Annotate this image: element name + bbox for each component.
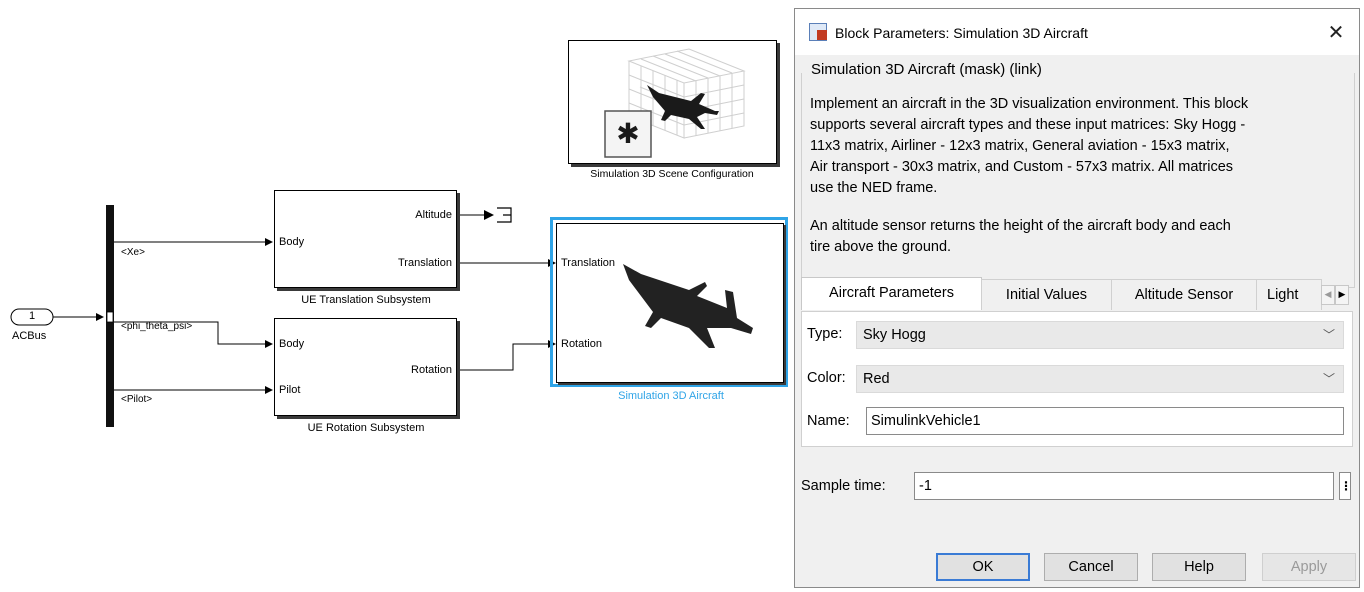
- type-dropdown[interactable]: Sky Hogg ﹀: [856, 321, 1344, 349]
- bus-port-icon: [106, 311, 114, 323]
- block-parameters-dialog: Block Parameters: Simulation 3D Aircraft…: [794, 8, 1360, 588]
- sample-time-field[interactable]: -1: [914, 472, 1334, 500]
- tab-scroll-right-icon[interactable]: ▶: [1335, 285, 1349, 305]
- tab-light[interactable]: Light: [1256, 279, 1322, 310]
- description-line: An altitude sensor returns the height of…: [810, 218, 1231, 234]
- tab-panel-aircraft-parameters: Type: Sky Hogg ﹀ Color: Red ﹀ Name: Simu…: [801, 311, 1353, 447]
- chevron-down-icon: ﹀: [1322, 328, 1335, 342]
- cancel-button[interactable]: Cancel: [1044, 553, 1138, 581]
- tab-scroll-left-icon[interactable]: ◀: [1321, 285, 1335, 305]
- sample-time-label: Sample time:: [801, 478, 886, 494]
- close-icon[interactable]: ✕: [1323, 19, 1349, 45]
- bus-signal-label: <Pilot>: [121, 394, 153, 405]
- signal-line[interactable]: [457, 340, 556, 371]
- description-line: Air transport - 30x3 matrix, and Custom …: [810, 159, 1234, 175]
- aircraft-block[interactable]: Translation Rotation: [556, 223, 784, 383]
- block-name[interactable]: Simulation 3D Aircraft: [556, 390, 786, 402]
- description-line: tire above the ground.: [810, 239, 952, 255]
- tab-altitude-sensor[interactable]: Altitude Sensor: [1111, 279, 1257, 310]
- port-label: Body: [279, 338, 305, 350]
- gear-icon: ✱: [616, 117, 640, 150]
- translation-subsystem-block[interactable]: Body Altitude Translation: [274, 190, 457, 288]
- tab-aircraft-parameters[interactable]: Aircraft Parameters: [801, 277, 982, 310]
- terminator-block[interactable]: [497, 207, 512, 223]
- dialog-title: Block Parameters: Simulation 3D Aircraft: [835, 25, 1088, 41]
- tab-initial-values[interactable]: Initial Values: [981, 279, 1112, 310]
- port-label: Rotation: [411, 364, 452, 376]
- scene-grid-icon: [604, 48, 746, 158]
- color-value: Red: [863, 371, 890, 387]
- description-line: 11x3 matrix, Airliner - 12x3 matrix, Gen…: [810, 138, 1230, 154]
- bus-signal-label: <phi_theta_psi>: [121, 321, 193, 332]
- tab-bar: Aircraft Parameters Initial Values Altit…: [801, 277, 1353, 311]
- block-name[interactable]: UE Rotation Subsystem: [274, 422, 458, 434]
- more-options-icon[interactable]: ⋮: [1339, 472, 1352, 500]
- color-dropdown[interactable]: Red ﹀: [856, 365, 1344, 393]
- ok-button[interactable]: OK: [936, 553, 1030, 581]
- inport-name: ACBus: [12, 330, 47, 342]
- port-label: Translation: [397, 257, 452, 269]
- rotation-subsystem-block[interactable]: Body Pilot Rotation: [274, 318, 457, 416]
- description-line: use the NED frame.: [810, 180, 938, 196]
- bus-signal-label: <Xe>: [121, 247, 145, 258]
- scene-configuration-block[interactable]: ✱: [568, 40, 777, 164]
- block-name[interactable]: UE Translation Subsystem: [274, 294, 458, 306]
- port-label: Altitude: [415, 209, 452, 221]
- arrow-icon: [484, 210, 494, 220]
- port-label: Body: [279, 236, 305, 248]
- mask-title: Simulation 3D Aircraft (mask) (link): [809, 61, 1044, 78]
- simulink-block-icon: [809, 23, 827, 41]
- name-label: Name:: [807, 413, 850, 429]
- type-value: Sky Hogg: [863, 327, 926, 343]
- title-bar[interactable]: Block Parameters: Simulation 3D Aircraft…: [795, 9, 1359, 55]
- airplane-icon: [623, 264, 753, 348]
- color-label: Color:: [807, 370, 846, 386]
- apply-button[interactable]: Apply: [1262, 553, 1356, 581]
- block-name[interactable]: Simulation 3D Scene Configuration: [560, 168, 784, 180]
- help-button[interactable]: Help: [1152, 553, 1246, 581]
- chevron-down-icon: ﹀: [1322, 372, 1335, 386]
- description-line: supports several aircraft types and thes…: [810, 117, 1246, 133]
- name-field[interactable]: SimulinkVehicle1: [866, 407, 1344, 435]
- inport-number: 1: [29, 310, 36, 322]
- type-label: Type:: [807, 326, 843, 342]
- description-line: Implement an aircraft in the 3D visualiz…: [810, 96, 1249, 112]
- port-label: Pilot: [279, 384, 301, 396]
